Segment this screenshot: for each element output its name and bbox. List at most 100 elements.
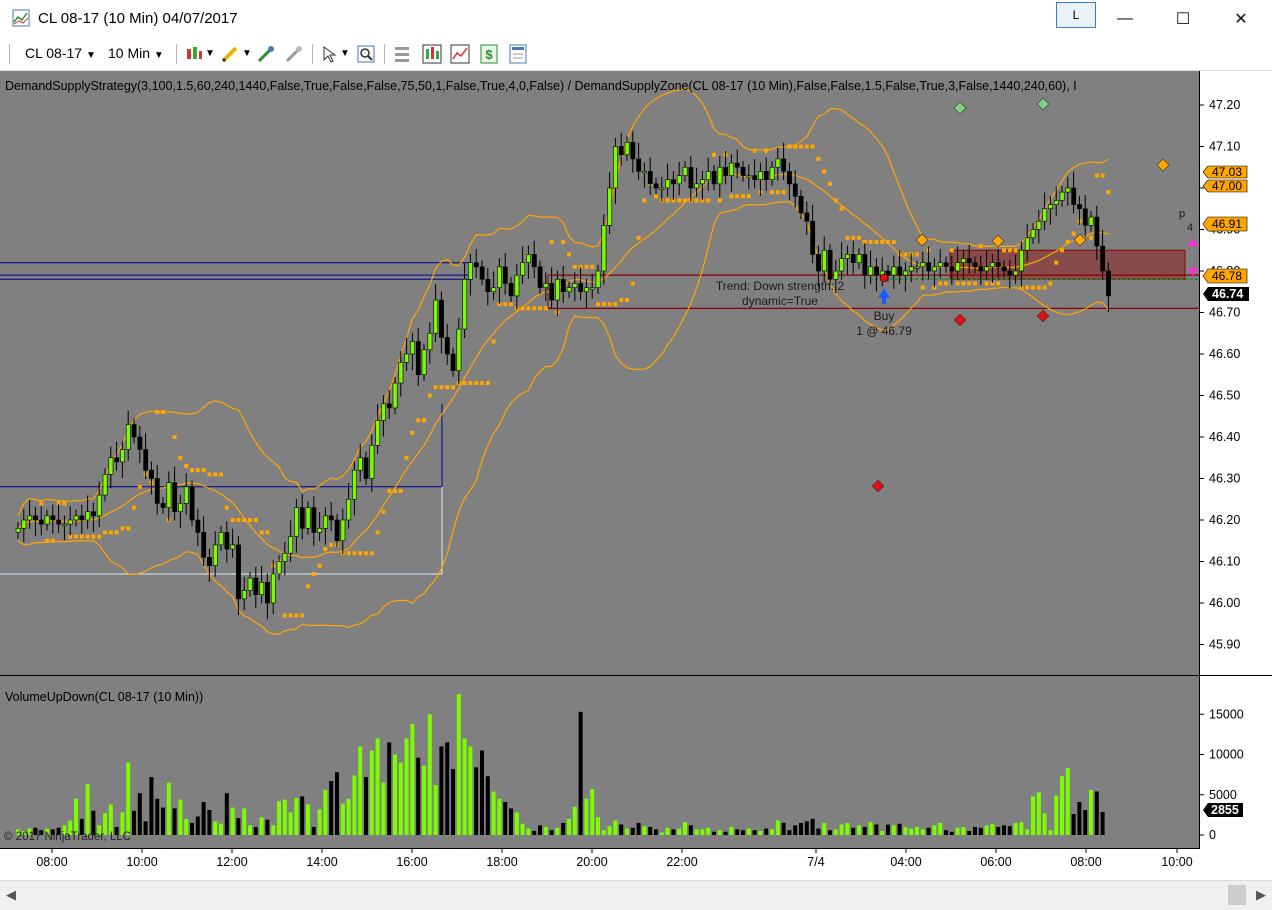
instrument-selector[interactable]: CL 08-17 ▼ [25, 45, 96, 61]
bar-type-icon[interactable] [184, 44, 204, 64]
cursor-icon[interactable] [320, 44, 340, 64]
chart-canvas[interactable]: 47.2047.1047.0046.9046.8046.7046.6046.50… [0, 71, 1272, 880]
volume-bar [677, 828, 682, 835]
time-tick-label: 10:00 [126, 855, 157, 869]
chevron-down-icon[interactable]: ▼ [242, 48, 252, 59]
price-tick-label: 46.20 [1209, 513, 1240, 527]
data-box-icon[interactable] [508, 44, 528, 64]
volume-bar [880, 830, 885, 835]
candle-body [543, 283, 549, 288]
dollar-icon[interactable]: $ [479, 44, 499, 64]
volume-bar [688, 825, 693, 835]
volume-bar [132, 810, 136, 835]
volume-bar [862, 826, 867, 835]
volume-bar [1071, 814, 1076, 835]
volume-bar [1048, 830, 1053, 835]
performance-icon[interactable] [450, 44, 470, 64]
volume-bar [816, 828, 821, 835]
volume-bar [764, 828, 769, 835]
candle-body [334, 519, 340, 542]
volume-bar [665, 827, 670, 835]
trailing-stop-dot [590, 264, 595, 269]
candle-body [1036, 220, 1042, 230]
properties-icon[interactable] [392, 44, 412, 64]
volume-bar [532, 830, 537, 835]
volume-bar [1007, 826, 1012, 835]
link-button[interactable]: L [1056, 2, 1096, 28]
candle-body [497, 266, 502, 288]
trailing-stop-dot [816, 156, 821, 161]
candle-body [531, 254, 537, 268]
chevron-down-icon[interactable]: ▼ [205, 48, 215, 59]
scroll-thumb[interactable] [1228, 885, 1246, 905]
volume-bar [520, 823, 525, 835]
trailing-stop-dot [996, 281, 1001, 286]
price-tick-label: 47.20 [1209, 98, 1240, 112]
scroll-left-icon[interactable]: ◀ [6, 887, 16, 903]
svg-text:2855: 2855 [1211, 803, 1239, 817]
volume-bar [625, 828, 629, 835]
interval-selector[interactable]: 10 Min ▼ [108, 45, 164, 61]
candle-body [862, 254, 868, 276]
volume-bar [271, 825, 276, 835]
trailing-stop-dot [677, 198, 682, 203]
trailing-stop-dot [665, 198, 670, 203]
trailing-stop-dot [184, 464, 189, 469]
volume-bar [242, 808, 247, 835]
candle-body [247, 577, 253, 591]
volume-bar [1060, 776, 1064, 835]
maximize-button[interactable]: ☐ [1160, 0, 1206, 38]
zoom-icon[interactable] [356, 44, 376, 64]
candle-body [636, 158, 642, 172]
volume-bar [491, 791, 496, 835]
candle-body [149, 469, 154, 479]
trailing-stop-dot [532, 306, 537, 311]
volume-bar [642, 826, 647, 835]
volume-bar [712, 831, 716, 835]
volume-bar [311, 826, 316, 835]
candle-body [1077, 204, 1082, 210]
trailing-stop-dot [1007, 248, 1012, 253]
volume-bar [758, 830, 763, 835]
volume-bar [549, 830, 554, 835]
trailing-stop-dot [735, 194, 740, 199]
candle-body [804, 212, 810, 222]
candle-body [990, 262, 995, 268]
trailing-stop-dot [781, 190, 786, 195]
candle-body [230, 544, 236, 550]
volume-bar [822, 822, 827, 835]
candle-body [885, 270, 891, 276]
trailing-stop-dot [398, 488, 403, 493]
volume-bar [1042, 813, 1047, 835]
minimize-button[interactable]: — [1102, 0, 1148, 38]
trailing-stop-dot [746, 194, 751, 199]
horizontal-scrollbar[interactable]: ◀ ▶ [0, 880, 1272, 910]
volume-bar [868, 822, 873, 835]
chart-area[interactable]: 47.2047.1047.0046.9046.8046.7046.6046.50… [0, 71, 1272, 880]
trailing-stop-dot [491, 339, 496, 344]
volume-bar [526, 828, 531, 835]
strategy-icon[interactable] [284, 44, 304, 64]
svg-text:46.91: 46.91 [1212, 217, 1242, 231]
volume-bar [462, 738, 467, 835]
candle-body [932, 266, 937, 272]
drawing-pencil-icon[interactable] [220, 44, 240, 64]
trailing-stop-dot [230, 518, 235, 522]
volume-bar [567, 818, 571, 835]
volume-bar [369, 750, 374, 835]
indicator-icon[interactable] [256, 44, 276, 64]
price-tick-label: 45.90 [1209, 638, 1240, 652]
trailing-stop-dot [91, 534, 96, 539]
volume-bar [381, 782, 386, 835]
chevron-down-icon[interactable]: ▼ [340, 48, 350, 59]
candle-body [560, 278, 566, 293]
volume-bar [340, 803, 345, 835]
volume-bar [439, 746, 444, 835]
scroll-right-icon[interactable]: ▶ [1256, 887, 1266, 903]
candle-body [415, 341, 421, 376]
trailing-stop-dot [607, 302, 612, 307]
volume-bar [851, 827, 856, 835]
close-button[interactable]: ✕ [1218, 0, 1264, 38]
chart-style-icon[interactable] [422, 44, 442, 64]
candle-body [1094, 216, 1100, 247]
